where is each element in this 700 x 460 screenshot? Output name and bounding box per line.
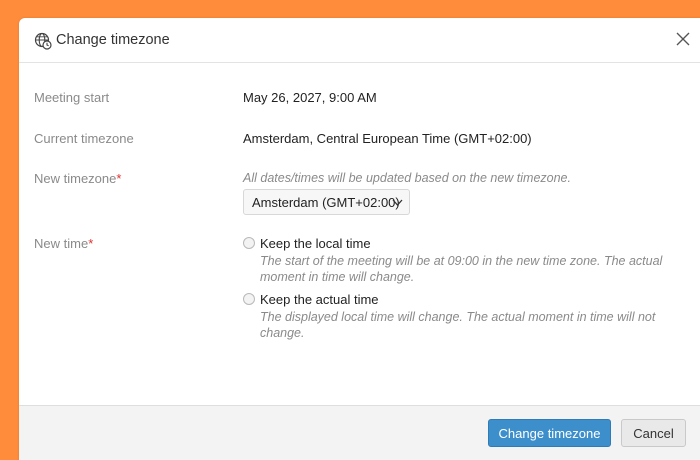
keep-local-time-description: The start of the meeting will be at 09:0…: [260, 254, 663, 284]
current-timezone-label: Current timezone: [34, 131, 134, 146]
required-mark: *: [88, 236, 94, 251]
close-icon[interactable]: [675, 31, 691, 47]
new-timezone-hint: All dates/times will be updated based on…: [243, 171, 571, 185]
keep-local-time-radio[interactable]: [243, 237, 255, 249]
meeting-start-value: May 26, 2027, 9:00 AM: [243, 90, 377, 105]
new-timezone-selected-value: Amsterdam (GMT+02:00): [252, 195, 400, 210]
dialog-footer: Change timezone Cancel: [19, 405, 700, 460]
dialog-header: Change timezone: [19, 18, 700, 63]
dialog-title: Change timezone: [56, 32, 170, 48]
new-timezone-select[interactable]: Amsterdam (GMT+02:00): [243, 189, 410, 215]
new-timezone-label-text: New timezone: [34, 171, 117, 186]
change-timezone-button[interactable]: Change timezone: [488, 419, 611, 447]
globe-clock-icon: [34, 32, 52, 50]
current-timezone-value: Amsterdam, Central European Time (GMT+02…: [243, 131, 532, 146]
meeting-start-label: Meeting start: [34, 90, 110, 105]
change-timezone-dialog: Change timezone Meeting start May 26, 20…: [19, 18, 700, 460]
new-time-label: New time*: [34, 236, 93, 251]
new-time-label-text: New time: [34, 236, 89, 251]
keep-actual-time-label[interactable]: Keep the actual time: [260, 292, 379, 307]
keep-actual-time-radio[interactable]: [243, 293, 255, 305]
keep-actual-time-description: The displayed local time will change. Th…: [260, 310, 656, 340]
chevron-down-icon: [392, 199, 403, 206]
required-mark: *: [116, 171, 122, 186]
new-timezone-label: New timezone*: [34, 171, 121, 186]
keep-local-time-label[interactable]: Keep the local time: [260, 236, 371, 251]
cancel-button[interactable]: Cancel: [621, 419, 686, 447]
